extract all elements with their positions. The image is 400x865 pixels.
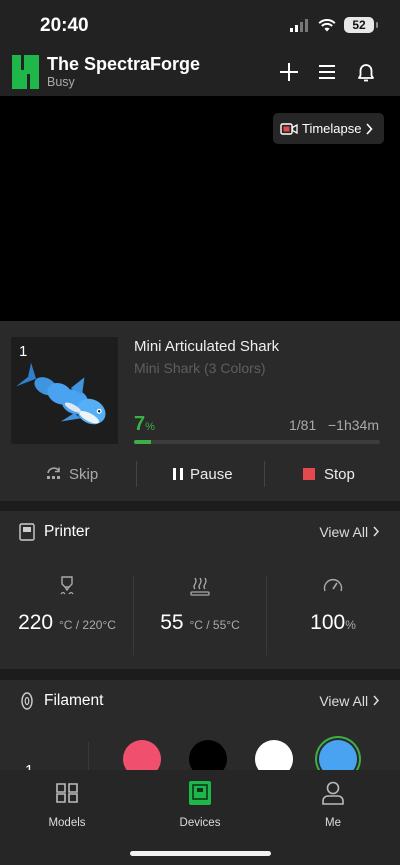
profile-icon	[322, 781, 344, 805]
layer-count: 1/81	[289, 417, 317, 433]
bed-value: 55	[160, 611, 184, 634]
tab-me-label: Me	[325, 817, 341, 829]
divider	[266, 575, 267, 655]
job-subtitle: Mini Shark (3 Colors)	[134, 360, 266, 376]
tab-devices-label: Devices	[179, 817, 221, 829]
bed-unit: °C / 55°C	[189, 618, 240, 632]
divider	[136, 461, 137, 487]
device-name[interactable]: The SpectraForge	[47, 54, 200, 75]
divider	[133, 575, 134, 655]
tab-devices[interactable]: Devices	[160, 780, 240, 829]
nozzle-temperature[interactable]: 220 °C / 220°C	[8, 575, 126, 655]
time-remaining: −1h34m	[328, 417, 379, 433]
speedometer-icon	[323, 578, 343, 592]
view-all-label: View All	[319, 524, 369, 540]
wifi-icon	[318, 18, 336, 31]
progress-percent: 7%	[134, 413, 155, 436]
chevron-right-icon	[366, 122, 374, 135]
pause-icon	[173, 468, 183, 480]
home-indicator[interactable]	[130, 851, 271, 856]
status-bar: 20:40 52	[0, 0, 400, 50]
cellular-signal-icon	[290, 18, 308, 32]
pause-button[interactable]: Pause	[172, 459, 233, 489]
timelapse-label: Timelapse	[302, 121, 362, 136]
video-camera-icon	[280, 122, 298, 135]
bed-temperature[interactable]: 55 °C / 55°C	[140, 575, 260, 655]
print-job-card: 1 Mini Articulated Shark Mini Shark (3 C…	[0, 321, 400, 501]
divider	[264, 461, 265, 487]
progress-unit: %	[145, 421, 155, 433]
filament-title: Filament	[44, 692, 104, 709]
filament-view-all[interactable]: View All	[319, 693, 380, 709]
skip-button[interactable]: Skip	[45, 459, 98, 489]
bell-icon[interactable]	[354, 60, 378, 84]
status-time: 20:40	[40, 15, 89, 36]
device-logo-icon	[12, 55, 39, 89]
progress-fill	[134, 440, 152, 444]
model-thumbnail[interactable]: 1	[11, 337, 118, 444]
timelapse-button[interactable]: Timelapse	[273, 113, 384, 144]
pause-label: Pause	[190, 465, 233, 483]
printer-icon	[19, 523, 35, 541]
job-controls: Skip Pause Stop	[0, 459, 400, 489]
job-title: Mini Articulated Shark	[134, 338, 280, 355]
progress-value: 7	[134, 413, 146, 435]
printer-section: Printer View All 220 °C / 220°C 55 °C / …	[0, 511, 400, 669]
tab-me[interactable]: Me	[293, 780, 373, 829]
speed-value: 100	[310, 611, 346, 634]
tab-models[interactable]: Models	[27, 780, 107, 829]
filament-section: Filament View All 1	[0, 680, 400, 780]
shark-model-image	[16, 362, 106, 425]
printer-device-icon	[189, 781, 211, 805]
chevron-right-icon	[373, 695, 380, 706]
status-icons: 52	[290, 17, 378, 33]
stop-icon	[303, 468, 315, 480]
nozzle-unit: °C / 220°C	[58, 618, 116, 632]
speed-unit: %	[345, 618, 356, 632]
stop-label: Stop	[324, 465, 355, 483]
cube-grid-icon	[56, 783, 78, 803]
nozzle-icon	[60, 576, 74, 595]
nozzle-value: 220	[18, 611, 54, 634]
add-icon[interactable]	[277, 60, 301, 84]
tab-models-label: Models	[48, 817, 86, 829]
stop-button[interactable]: Stop	[303, 459, 355, 489]
camera-view[interactable]: Timelapse	[0, 96, 400, 321]
view-all-label: View All	[319, 693, 369, 709]
print-speed[interactable]: 100%	[273, 575, 393, 655]
printer-title: Printer	[44, 523, 90, 540]
skip-icon	[47, 467, 60, 479]
battery-icon: 52	[344, 17, 378, 33]
menu-icon[interactable]	[315, 60, 339, 84]
device-header: The SpectraForge Busy	[0, 50, 400, 96]
heatbed-icon	[190, 577, 210, 596]
chevron-right-icon	[373, 526, 380, 537]
progress-bar	[134, 440, 380, 444]
device-status: Busy	[47, 75, 75, 89]
filament-spool-icon	[21, 692, 33, 710]
skip-label: Skip	[69, 465, 99, 483]
printer-view-all[interactable]: View All	[319, 524, 380, 540]
